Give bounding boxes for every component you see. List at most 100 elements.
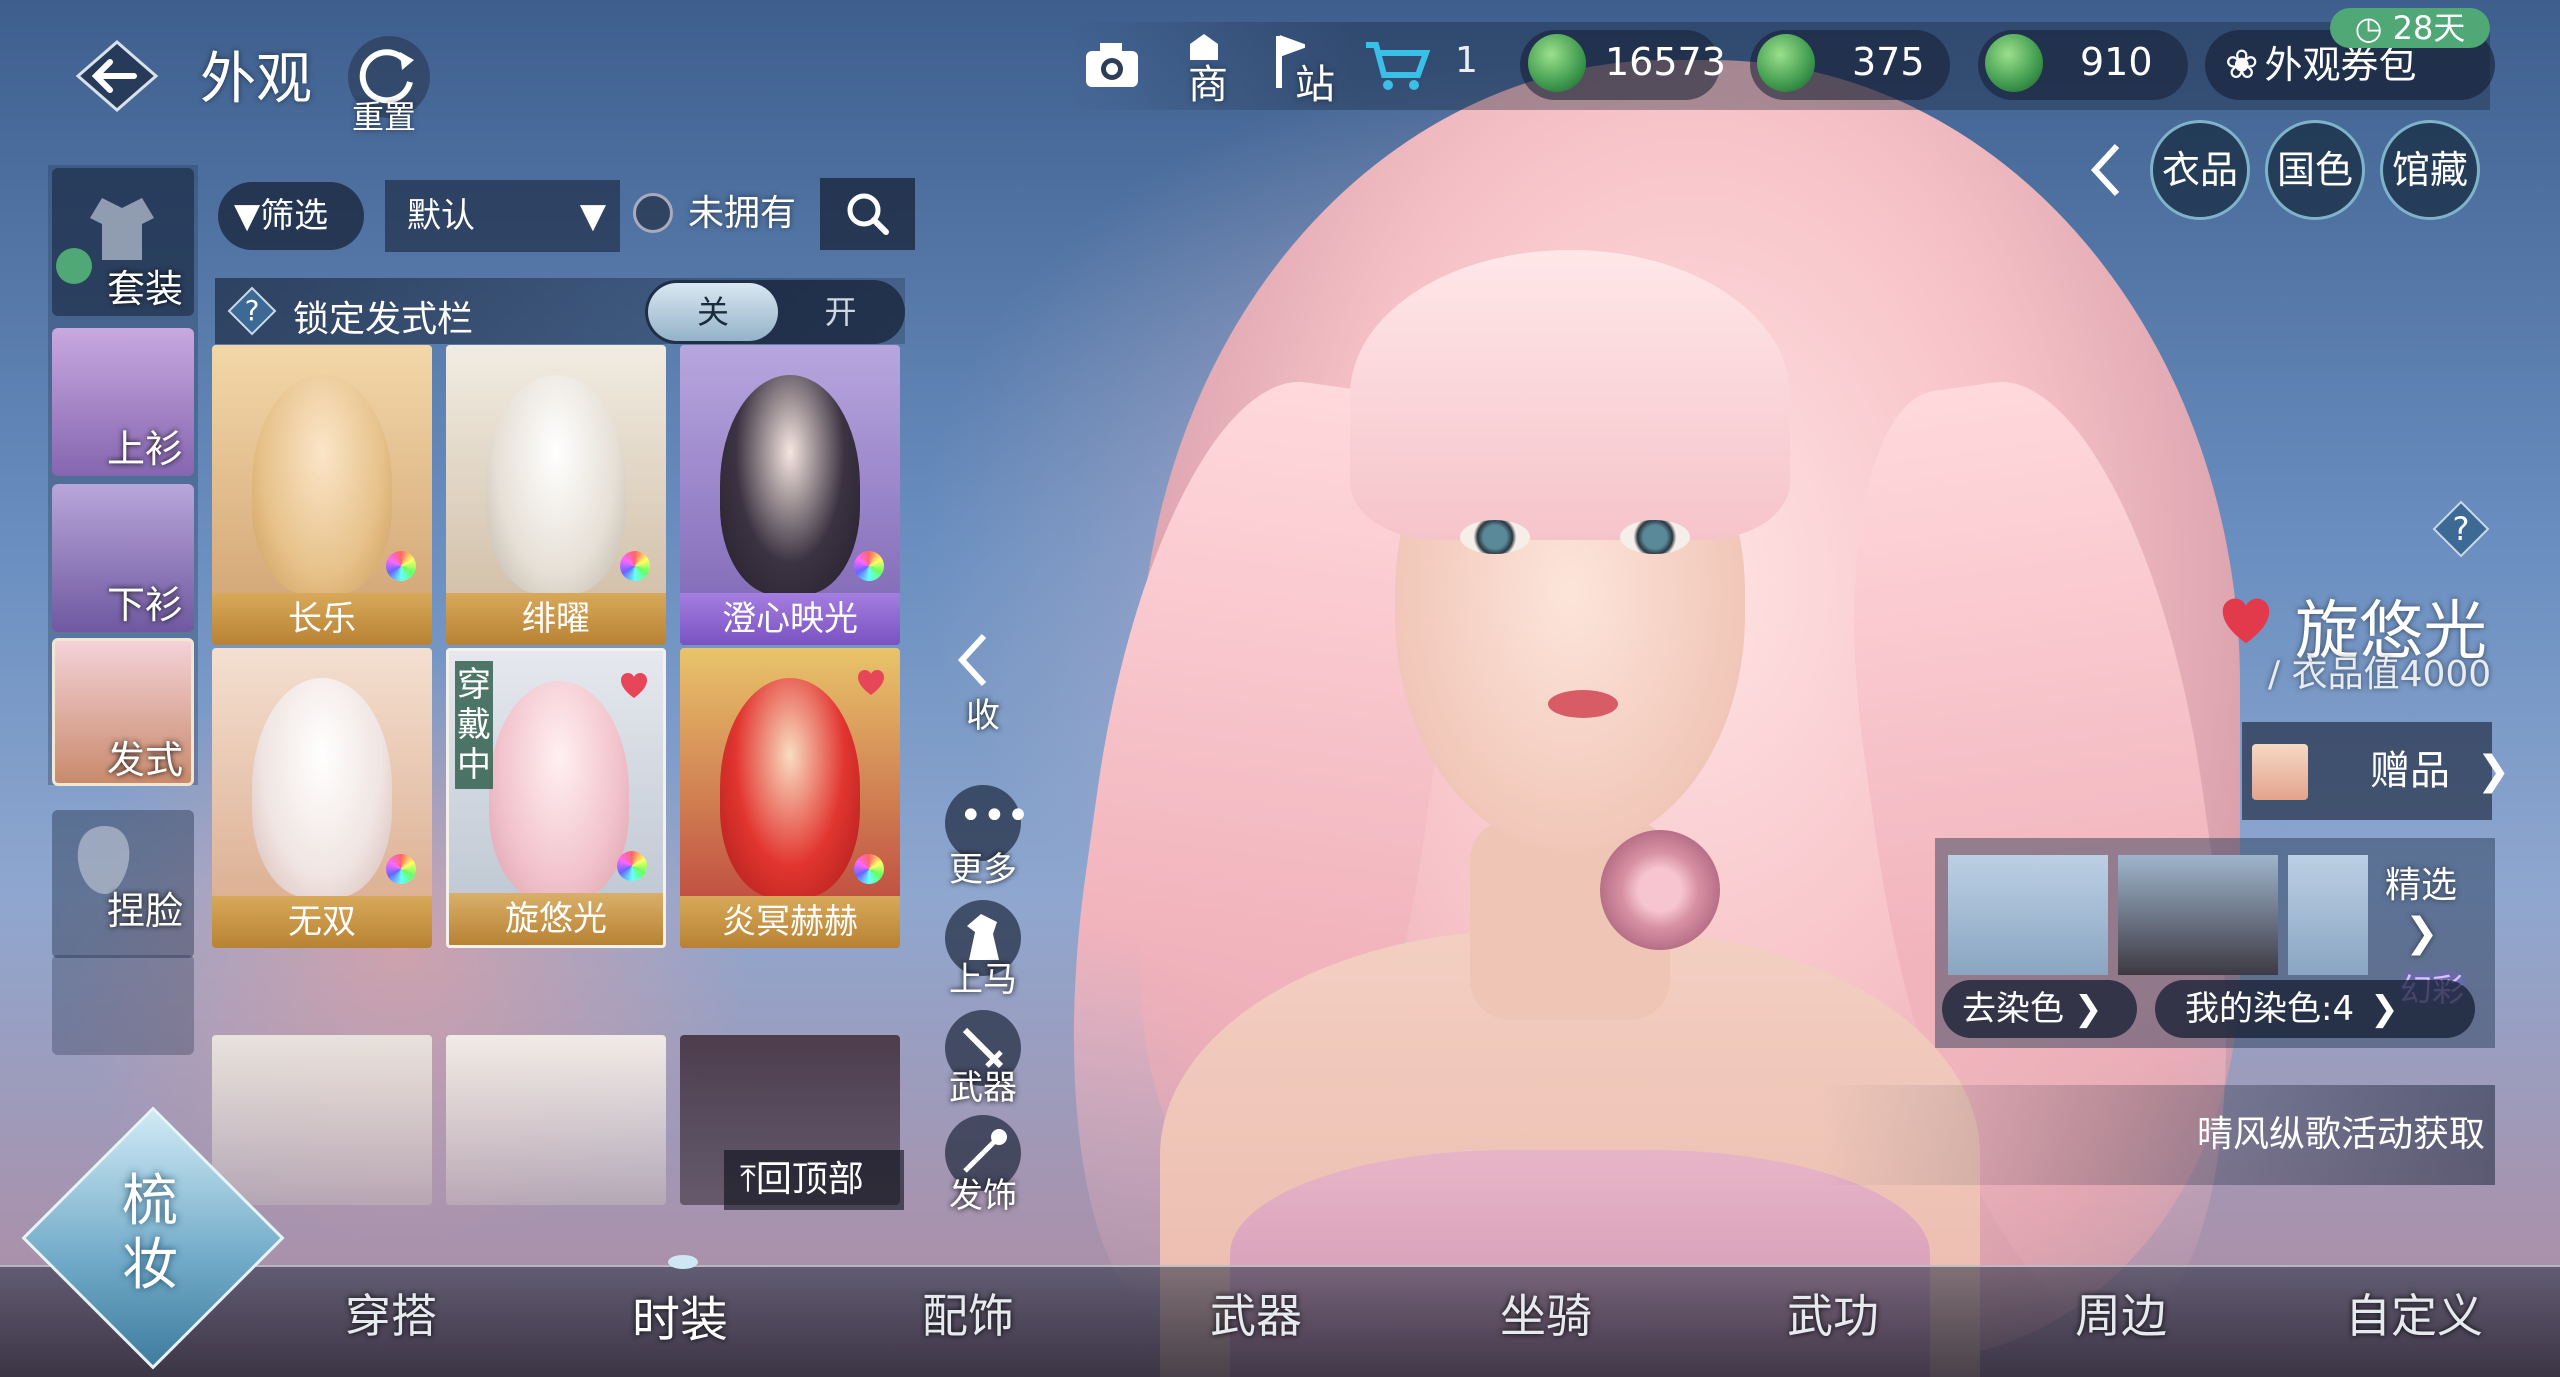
- currency-2-value: 375: [1852, 40, 1925, 84]
- hairstyle-card-wushuang[interactable]: 无双: [212, 648, 432, 948]
- collection-button[interactable]: 馆藏: [2380, 120, 2480, 220]
- station-button[interactable]: 站: [1265, 30, 1345, 108]
- robe-icon: [90, 198, 154, 260]
- help-icon[interactable]: ?: [227, 286, 277, 336]
- remove-dye-label: 去染色: [1962, 989, 2064, 1029]
- item-value: / 衣品值4000: [2268, 654, 2492, 695]
- filter-label: 筛选: [260, 196, 329, 236]
- help-icon[interactable]: ?: [2432, 500, 2490, 558]
- hairstyle-card-feiyao[interactable]: 绯曜: [446, 345, 666, 645]
- dye-variant-3[interactable]: [2288, 855, 2368, 975]
- hairstyle-card-xuanyouguang[interactable]: 穿戴中 旋悠光: [446, 648, 666, 948]
- portrait: [720, 375, 860, 595]
- heart-icon[interactable]: [2218, 595, 2274, 645]
- hairstyle-card-yanming[interactable]: 炎冥赫赫: [680, 648, 900, 948]
- chevron-down-icon: ▼: [579, 196, 606, 236]
- hairstyle-card-changle[interactable]: 长乐: [212, 345, 432, 645]
- more-label: 更多: [949, 850, 1017, 890]
- chevron-right-icon[interactable]: ❯: [2405, 910, 2439, 956]
- chevron-right-icon: ❯: [2370, 989, 2399, 1029]
- hairstyle-card-partial-2[interactable]: [446, 1035, 666, 1205]
- hairstyle-card-partial-1[interactable]: [212, 1035, 432, 1205]
- dye-orb-icon: [854, 854, 884, 884]
- back-to-top-button[interactable]: ⤒回顶部: [724, 1150, 904, 1210]
- search-button[interactable]: [820, 178, 915, 250]
- portrait: [252, 678, 392, 898]
- shop-button[interactable]: 商: [1170, 30, 1250, 108]
- my-dye-button[interactable]: 我的染色:4 ❯: [2155, 980, 2475, 1038]
- chevron-left-icon[interactable]: [2085, 140, 2125, 200]
- dye-orb-icon: [620, 551, 650, 581]
- tab-hairstyle[interactable]: 发式: [52, 638, 194, 786]
- voucher-days: 28天: [2392, 9, 2466, 47]
- lips: [1548, 690, 1618, 718]
- eye-right: [1620, 520, 1690, 554]
- collapse-label: 收: [966, 696, 1000, 736]
- unowned-radio[interactable]: [633, 193, 673, 233]
- remove-dye-button[interactable]: 去染色 ❯: [1942, 980, 2137, 1038]
- dye-variant-1[interactable]: [1948, 855, 2108, 975]
- voucher-icon: ❀: [2225, 42, 2259, 88]
- chevron-right-icon: ❯: [2074, 989, 2103, 1029]
- nav-fashion[interactable]: 时装: [632, 1280, 728, 1350]
- wearing-badge: 穿戴中: [455, 661, 493, 789]
- cart-icon[interactable]: [1362, 35, 1432, 95]
- svg-text:?: ?: [245, 294, 260, 327]
- currency-1-value: 16573: [1605, 40, 1726, 84]
- voucher-label: 外观券包: [2264, 43, 2417, 87]
- portrait: [486, 375, 626, 595]
- sort-dropdown[interactable]: 默认 ▼: [385, 180, 620, 252]
- currency-3-value: 910: [2080, 40, 2153, 84]
- unowned-label: 未拥有: [688, 193, 797, 234]
- jade-coin-icon: [1757, 34, 1815, 92]
- more-dots-icon: •••: [959, 793, 1030, 839]
- tab-top[interactable]: 上衫: [52, 328, 194, 476]
- nav-peripheral[interactable]: 周边: [2075, 1280, 2167, 1346]
- mount-label: 上马: [949, 960, 1017, 1000]
- source-info: 晴风纵歌活动获取: [1820, 1085, 2495, 1185]
- owned-dot-icon: [56, 248, 92, 284]
- back-to-top-label: 回顶部: [755, 1159, 864, 1200]
- nav-weapons[interactable]: 武器: [1210, 1280, 1302, 1346]
- lock-label: 锁定发式栏: [293, 299, 474, 340]
- nav-outfit[interactable]: 穿搭: [345, 1280, 437, 1346]
- national-color-button[interactable]: 国色: [2265, 120, 2365, 220]
- makeup-label: 梳妆: [122, 1169, 178, 1298]
- portrait: [720, 678, 860, 898]
- back-arrow-icon[interactable]: [72, 36, 162, 116]
- nav-mounts[interactable]: 坐骑: [1500, 1280, 1592, 1346]
- svg-text:?: ?: [2453, 510, 2470, 548]
- dye-orb-icon: [854, 551, 884, 581]
- tab-more-partial[interactable]: [52, 955, 194, 1055]
- nav-custom[interactable]: 自定义: [2345, 1280, 2483, 1346]
- page-title: 外观: [200, 47, 312, 112]
- item-value-button[interactable]: 衣品: [2150, 120, 2250, 220]
- tab-face[interactable]: 捏脸: [52, 810, 194, 958]
- clock-icon: ◷: [2354, 9, 2383, 47]
- toggle-on-option[interactable]: 开: [778, 283, 903, 341]
- toggle-off-option[interactable]: 关: [648, 283, 778, 341]
- voucher-days-badge: ◷ 28天: [2330, 8, 2490, 48]
- rose-choker: [1600, 830, 1720, 950]
- nav-accessories[interactable]: 配饰: [922, 1280, 1014, 1346]
- camera-icon[interactable]: [1082, 35, 1142, 95]
- dye-variant-2[interactable]: [2118, 855, 2278, 975]
- sort-value: 默认: [407, 196, 475, 236]
- collapse-chevron-icon[interactable]: [952, 630, 992, 690]
- nav-divider: [0, 1265, 2560, 1267]
- tab-bottom-label: 下衫: [107, 583, 184, 627]
- dye-orb-icon: [617, 851, 647, 881]
- card-name: 炎冥赫赫: [680, 896, 900, 948]
- filter-button[interactable]: ▼筛选: [218, 182, 364, 250]
- tab-bottom[interactable]: 下衫: [52, 484, 194, 632]
- source-label: 晴风纵歌活动获取: [2196, 1114, 2485, 1155]
- card-name: 旋悠光: [449, 893, 663, 945]
- tab-suit-label: 套装: [107, 267, 184, 311]
- featured-label[interactable]: 精选: [2385, 856, 2457, 908]
- tab-suit[interactable]: 套装: [52, 168, 194, 316]
- nav-martial[interactable]: 武功: [1787, 1280, 1879, 1346]
- hairstyle-card-chengxin[interactable]: 澄心映光: [680, 345, 900, 645]
- heart-icon[interactable]: [856, 668, 886, 698]
- bangs: [1350, 250, 1790, 540]
- heart-icon[interactable]: [619, 671, 649, 701]
